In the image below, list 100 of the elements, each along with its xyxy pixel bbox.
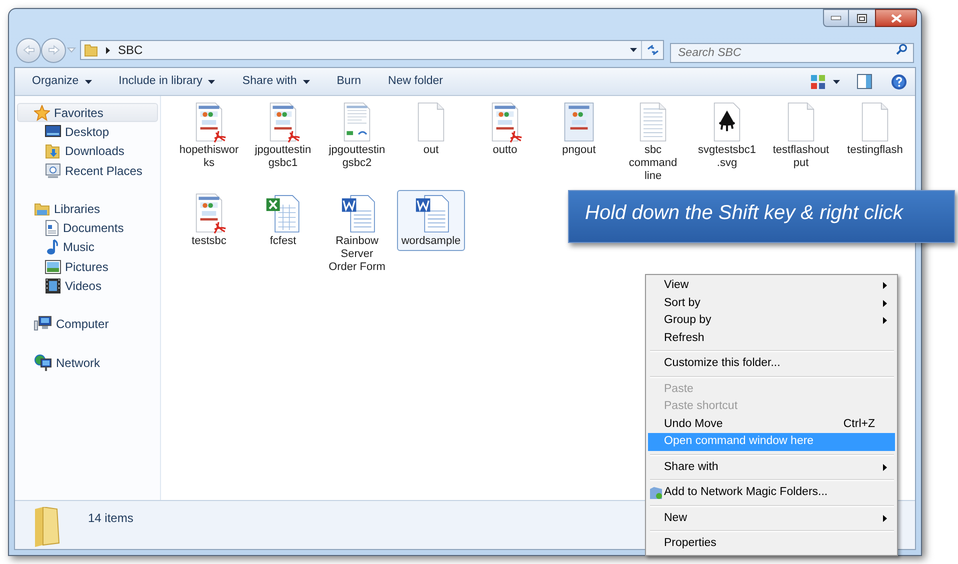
folder-icon bbox=[649, 486, 663, 500]
address-path[interactable]: SBC bbox=[118, 41, 143, 59]
film-icon bbox=[45, 278, 61, 294]
forward-button[interactable] bbox=[41, 38, 66, 62]
submenu-arrow-icon bbox=[883, 317, 887, 324]
navigation-item[interactable]: Music bbox=[17, 238, 158, 258]
menu-item[interactable]: Sort by bbox=[648, 294, 895, 312]
music-note-icon bbox=[45, 239, 59, 256]
file-name: testingflash bbox=[846, 144, 904, 157]
file-item[interactable]: testflashoutput bbox=[767, 99, 835, 173]
file-name: out bbox=[422, 144, 440, 157]
file-name: testflashoutput bbox=[772, 144, 830, 170]
folder-icon bbox=[84, 43, 98, 57]
document-icon bbox=[45, 220, 59, 236]
menu-item[interactable]: Customize this folder... bbox=[648, 355, 895, 372]
navigation-item[interactable]: Pictures bbox=[17, 257, 158, 276]
file-item[interactable]: hopethisworks bbox=[175, 99, 243, 173]
star-icon bbox=[34, 104, 50, 121]
toolbar-button[interactable]: New folder bbox=[381, 70, 450, 92]
file-name: outto bbox=[492, 144, 518, 157]
callout-text: Hold down the Shift key & right click bbox=[585, 201, 903, 226]
file-item[interactable]: pngout bbox=[545, 99, 613, 160]
toolbar-button[interactable]: Organize bbox=[25, 70, 99, 92]
submenu-arrow-icon bbox=[883, 464, 887, 471]
picture-icon bbox=[45, 260, 61, 274]
submenu-arrow-icon bbox=[883, 282, 887, 290]
toolbar-button[interactable]: Include in library bbox=[112, 70, 222, 92]
menu-item[interactable]: Share with bbox=[648, 458, 895, 476]
file-name: jpgouttestingsbc1 bbox=[254, 144, 312, 170]
file-name: hopethisworks bbox=[179, 144, 239, 170]
file-item[interactable]: jpgouttestingsbc1 bbox=[249, 99, 317, 173]
toolbar-button[interactable]: Burn bbox=[330, 70, 368, 92]
file-name: testsbc bbox=[190, 235, 228, 248]
navigation-item[interactable]: Network bbox=[17, 352, 158, 372]
back-button[interactable] bbox=[16, 38, 41, 62]
file-name: pngout bbox=[561, 144, 597, 157]
navigation-item[interactable]: Favorites bbox=[17, 103, 158, 122]
navigation-item[interactable]: Computer bbox=[17, 314, 158, 334]
file-item[interactable]: svgtestsbc1.svg bbox=[693, 99, 761, 173]
navigation-item[interactable]: Recent Places bbox=[17, 160, 158, 180]
history-dropdown-icon bbox=[67, 47, 76, 53]
navigation-item[interactable]: Desktop bbox=[17, 122, 158, 142]
file-name: wordsample bbox=[401, 235, 461, 248]
refresh-icon bbox=[646, 45, 658, 55]
navigation-item[interactable]: Documents bbox=[17, 218, 158, 238]
file-item[interactable]: testingflash bbox=[841, 99, 909, 160]
file-item[interactable]: outto bbox=[471, 99, 539, 160]
view-options-icon[interactable] bbox=[811, 74, 825, 88]
menu-item[interactable]: Refresh bbox=[648, 330, 895, 347]
help-icon[interactable] bbox=[891, 74, 907, 90]
file-name: fcfest bbox=[268, 235, 298, 248]
file-item[interactable]: Rainbow Server Order Form bbox=[323, 190, 391, 277]
navigation-item[interactable]: Libraries bbox=[17, 199, 158, 218]
submenu-arrow-icon bbox=[883, 514, 887, 522]
menu-item[interactable]: Undo Move Ctrl+Z bbox=[648, 416, 895, 433]
caret-icon bbox=[302, 80, 310, 84]
toolbar-button[interactable]: Share with bbox=[235, 70, 317, 92]
caret-icon bbox=[208, 80, 216, 84]
file-name: sbc command line bbox=[628, 144, 678, 183]
close-button[interactable] bbox=[875, 9, 917, 27]
close-icon bbox=[890, 14, 902, 22]
file-item[interactable]: wordsample bbox=[397, 190, 465, 251]
menu-item[interactable]: View bbox=[648, 277, 895, 294]
navigation-item[interactable]: Videos bbox=[17, 276, 158, 296]
menu-item[interactable]: Group by bbox=[648, 312, 895, 330]
navigation-item[interactable]: Downloads bbox=[17, 142, 158, 161]
forward-arrow-icon bbox=[48, 45, 60, 55]
file-item[interactable]: sbc command line bbox=[619, 99, 687, 186]
computer-icon bbox=[34, 316, 52, 332]
library-folder-icon bbox=[34, 200, 50, 217]
item-count: 14 items bbox=[88, 510, 134, 527]
preview-pane-icon[interactable] bbox=[857, 74, 872, 89]
search-field[interactable]: Search SBC bbox=[670, 43, 914, 63]
desktop-icon bbox=[45, 124, 61, 139]
network-icon bbox=[34, 354, 52, 372]
menu-item[interactable]: New bbox=[648, 510, 895, 527]
menu-item[interactable]: Properties bbox=[648, 535, 895, 552]
minimize-button[interactable] bbox=[823, 9, 849, 27]
address-bar[interactable]: SBC bbox=[80, 40, 664, 60]
search-icon bbox=[896, 44, 907, 55]
restore-icon bbox=[857, 14, 867, 22]
breadcrumb-arrow-icon bbox=[106, 46, 110, 54]
recent-places-icon bbox=[45, 162, 61, 179]
caret-icon[interactable] bbox=[833, 80, 840, 84]
file-name: jpgouttestingsbc2 bbox=[328, 144, 386, 170]
submenu-arrow-icon bbox=[883, 300, 887, 307]
minimize-icon bbox=[831, 16, 841, 20]
download-folder-icon bbox=[45, 143, 61, 160]
file-item[interactable]: fcfest bbox=[249, 190, 317, 251]
file-item[interactable]: out bbox=[397, 99, 465, 160]
caret-icon bbox=[84, 80, 92, 84]
file-name: Rainbow Server Order Form bbox=[328, 235, 386, 274]
address-dropdown-icon bbox=[630, 48, 637, 52]
shortcut-text: Ctrl+Z bbox=[843, 416, 875, 432]
menu-item[interactable]: Add to Network Magic Folders... bbox=[648, 484, 895, 502]
back-arrow-icon bbox=[22, 45, 34, 55]
file-name: svgtestsbc1.svg bbox=[697, 144, 757, 170]
maximize-button[interactable] bbox=[849, 9, 875, 27]
file-item[interactable]: testsbc bbox=[175, 190, 243, 251]
file-item[interactable]: jpgouttestingsbc2 bbox=[323, 99, 391, 173]
